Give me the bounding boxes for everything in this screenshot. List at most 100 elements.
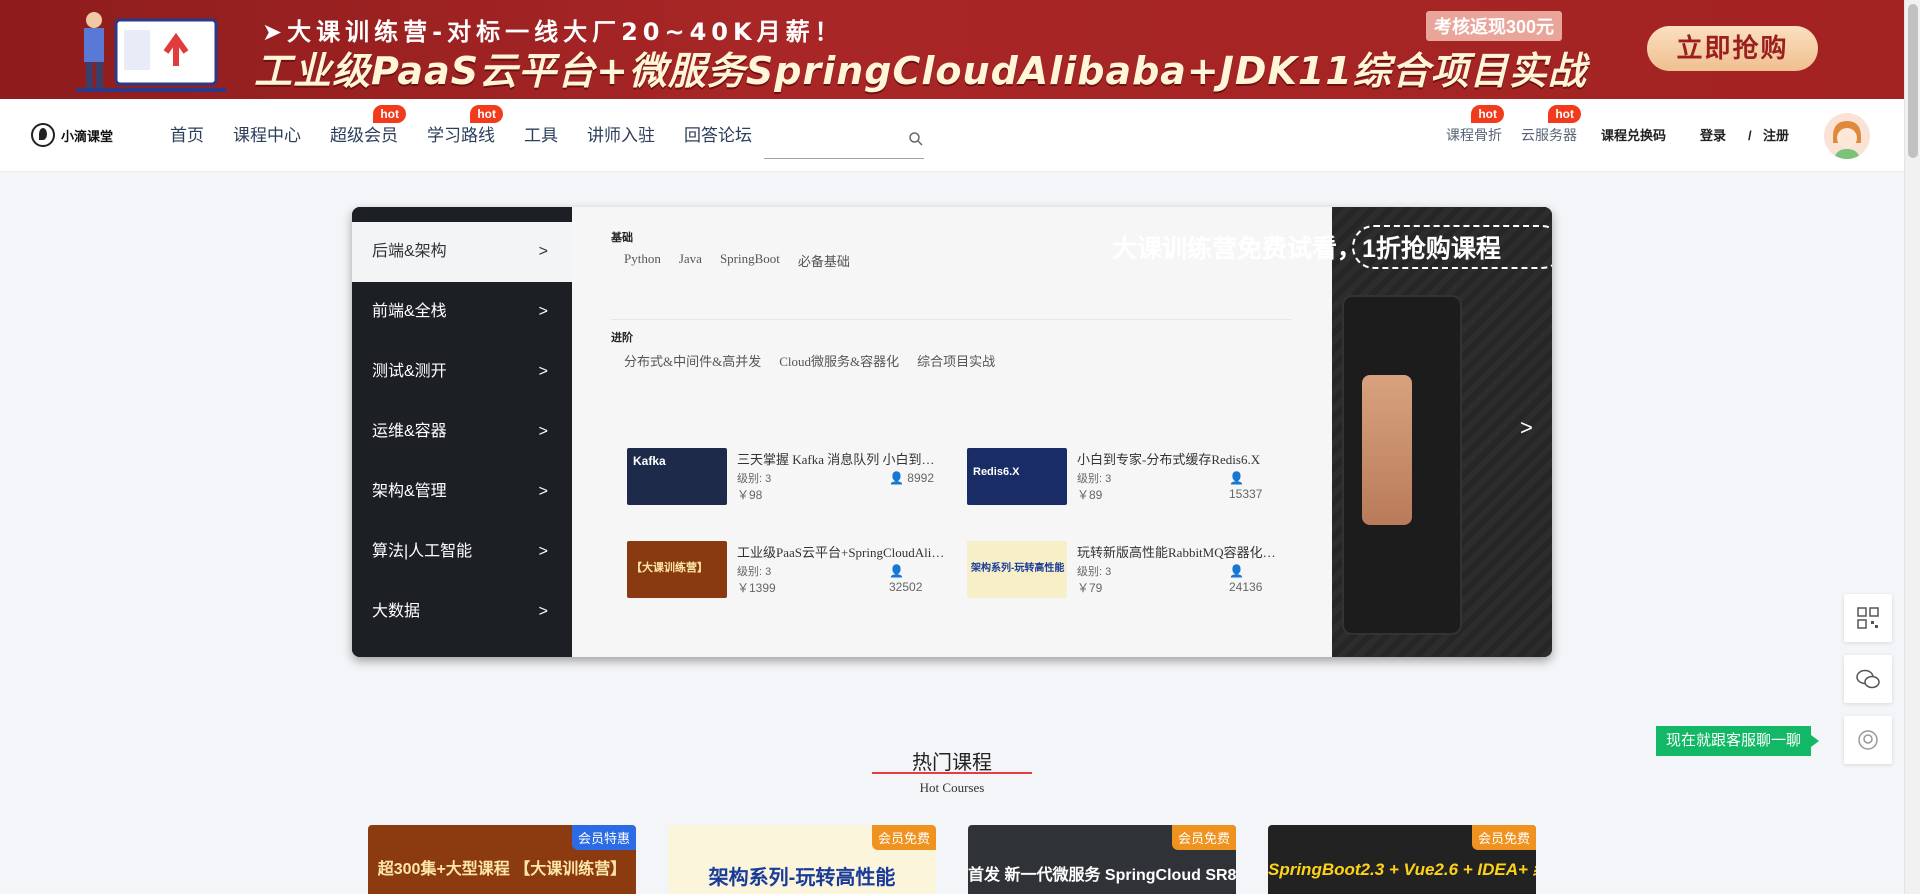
nav-item-label: 课程中心 xyxy=(233,126,301,145)
course-mini-card[interactable]: Redis6.X 小白到专家-分布式缓存Redis6.X 级别: 3 👤 153… xyxy=(967,448,1287,508)
nav-item-courses[interactable]: 课程中心 xyxy=(233,99,301,172)
chevron-right-icon: > xyxy=(538,243,548,260)
login-link[interactable]: 登录 xyxy=(1700,99,1726,172)
thumbnail-text: 【大课训练营】 xyxy=(631,562,708,574)
thumbnail-text: 架构系列-玩转高性能 xyxy=(971,563,1065,574)
course-title: 三天掌握 Kafka 消息队列 小白到专家 xyxy=(737,452,947,467)
nav-item-vip[interactable]: 超级会员 hot xyxy=(330,99,406,172)
discount-label: 课程骨折 xyxy=(1446,127,1502,143)
user-icon: 👤 xyxy=(1229,471,1244,485)
cloud-server-label: 云服务器 xyxy=(1521,127,1577,143)
chevron-right-icon: > xyxy=(538,483,548,500)
subcategory-link[interactable]: 必备基础 xyxy=(798,251,850,270)
qrcode-button[interactable] xyxy=(1844,594,1892,642)
user-avatar-icon xyxy=(1824,113,1870,159)
student-count-value: 24136 xyxy=(1229,580,1263,594)
student-count-value: 32502 xyxy=(889,580,923,594)
rebate-badge: 考核返现300元 xyxy=(1426,11,1563,41)
wechat-icon xyxy=(1856,669,1880,689)
category-item-devops[interactable]: 运维&容器 > xyxy=(352,402,572,462)
course-level: 级别: 3 xyxy=(737,473,772,485)
category-label: 运维&容器 xyxy=(372,423,447,440)
course-price: ￥98 xyxy=(737,488,763,502)
course-thumbnail: 【大课训练营】 xyxy=(627,541,727,598)
thumbnail-text: Redis6.X xyxy=(973,466,1020,478)
advanced-section-title: 进阶 xyxy=(611,332,633,344)
course-thumbnail: 架构系列-玩转高性能 xyxy=(967,541,1067,598)
buy-now-button[interactable]: 立即抢购 xyxy=(1647,26,1818,71)
course-title: 小白到专家-分布式缓存Redis6.X xyxy=(1077,452,1261,467)
avatar[interactable] xyxy=(1824,113,1870,159)
category-label: 大数据 xyxy=(372,603,421,620)
course-card[interactable]: 会员免费 首发 新一代微服务 SpringCloud SR8 xyxy=(968,825,1236,894)
chevron-right-icon: > xyxy=(538,423,548,440)
search-icon[interactable] xyxy=(908,131,924,147)
course-mini-card[interactable]: 架构系列-玩转高性能 玩转新版高性能RabbitMQ容器化分布式 级别: 3 👤… xyxy=(967,541,1287,601)
site-logo[interactable]: 小滴课堂 xyxy=(31,123,113,147)
nav-item-teacher[interactable]: 讲师入驻 xyxy=(587,99,655,172)
course-title: 玩转新版高性能RabbitMQ容器化分布式 xyxy=(1077,545,1287,560)
category-menu: 后端&架构 > 前端&全栈 > 测试&测开 > 运维&容器 > 架构&管理 > … xyxy=(352,207,572,657)
subcategory-link[interactable]: Cloud微服务&容器化 xyxy=(779,351,899,370)
nav-item-forum[interactable]: 回答论坛 xyxy=(684,99,752,172)
nav-item-label: 学习路线 xyxy=(427,126,495,145)
chevron-right-icon: > xyxy=(538,363,548,380)
subcategory-link[interactable]: 综合项目实战 xyxy=(917,351,995,370)
subcategory-link[interactable]: 分布式&中间件&高并发 xyxy=(624,351,761,370)
category-item-bigdata[interactable]: 大数据 > xyxy=(352,582,572,642)
scrollbar-thumb[interactable] xyxy=(1908,4,1918,158)
student-count-value: 8992 xyxy=(907,471,934,485)
member-badge: 会员免费 xyxy=(1171,825,1236,850)
hot-badge: hot xyxy=(470,105,503,123)
subcategory-link[interactable]: Python xyxy=(624,251,661,270)
customer-support-button[interactable] xyxy=(1844,716,1892,764)
hot-badge: hot xyxy=(1548,105,1581,123)
wechat-button[interactable] xyxy=(1844,655,1892,703)
site-header: 小滴课堂 首页 课程中心 超级会员 hot 学习路线 hot 工具 讲师入驻 回… xyxy=(0,99,1904,172)
subcategory-link[interactable]: SpringBoot xyxy=(720,251,780,270)
nav-item-tools[interactable]: 工具 xyxy=(524,99,558,172)
nav-item-label: 超级会员 xyxy=(330,126,398,145)
course-card-image-text: 首发 新一代微服务 SpringCloud SR8 xyxy=(968,867,1236,884)
category-item-testing[interactable]: 测试&测开 > xyxy=(352,342,572,402)
course-card[interactable]: 会员免费 SpringBoot2.3 + Vue2.6 + IDEA+ 综合实战 xyxy=(1268,825,1536,894)
cloud-server-link[interactable]: 云服务器 hot xyxy=(1521,99,1581,172)
carousel-next-arrow-icon[interactable]: > xyxy=(1520,415,1533,441)
course-card-image-text: SpringBoot2.3 + Vue2.6 + IDEA+ 综合实战 xyxy=(1268,860,1536,879)
subcategory-link[interactable]: Java xyxy=(679,251,702,270)
student-count: 👤 24136 xyxy=(1229,563,1289,595)
promo-banner[interactable]: ➤大课训练营-对标一线大厂20~40K月薪！ 工业级PaaS云平台+微服务Spr… xyxy=(0,0,1904,99)
category-label: 算法|人工智能 xyxy=(372,543,473,560)
vertical-scrollbar[interactable] xyxy=(1904,0,1920,894)
register-link[interactable]: 注册 xyxy=(1763,99,1789,172)
category-item-architecture[interactable]: 架构&管理 > xyxy=(352,462,572,522)
course-mini-card[interactable]: 【大课训练营】 工业级PaaS云平台+SpringCloudAlibaba 级别… xyxy=(627,541,947,601)
nav-item-home[interactable]: 首页 xyxy=(170,99,204,172)
category-item-frontend[interactable]: 前端&全栈 > xyxy=(352,282,572,342)
nav-item-label: 工具 xyxy=(524,126,558,145)
course-card[interactable]: 会员特惠 超300集+大型课程 【大课训练营】 xyxy=(368,825,636,894)
discount-link[interactable]: 课程骨折 hot xyxy=(1446,99,1504,172)
chat-tooltip[interactable]: 现在就跟客服聊一聊 xyxy=(1656,726,1820,756)
search-box xyxy=(764,121,924,159)
advanced-links: 分布式&中间件&高并发 Cloud微服务&容器化 综合项目实战 xyxy=(624,351,995,370)
basic-links: Python Java SpringBoot 必备基础 xyxy=(624,251,850,270)
category-item-backend[interactable]: 后端&架构 > xyxy=(352,222,572,282)
course-title: 工业级PaaS云平台+SpringCloudAlibaba xyxy=(737,545,947,560)
course-card[interactable]: 会员免费 架构系列-玩转高性能 xyxy=(668,825,936,894)
teacher-illustration-icon xyxy=(76,12,226,92)
course-mini-card[interactable]: Kafka 三天掌握 Kafka 消息队列 小白到专家 级别: 3 👤 8992… xyxy=(627,448,947,508)
basic-section-title: 基础 xyxy=(611,232,633,244)
redeem-code-link[interactable]: 课程兑换码 xyxy=(1601,99,1666,172)
category-label: 测试&测开 xyxy=(372,363,447,380)
chevron-right-icon: > xyxy=(538,543,548,560)
search-input[interactable] xyxy=(764,121,914,155)
hero-carousel[interactable]: 大课训练营免费试看，1折抢购课程 > 后端&架构 > 前端&全栈 > 测试&测开… xyxy=(352,207,1552,657)
user-icon: 👤 xyxy=(889,564,904,578)
nav-item-roadmap[interactable]: 学习路线 hot xyxy=(427,99,503,172)
category-label: 前端&全栈 xyxy=(372,303,447,320)
student-count: 👤 8992 xyxy=(889,470,949,486)
chevron-right-icon: > xyxy=(538,303,548,320)
category-label: 后端&架构 xyxy=(372,243,447,260)
category-item-ai[interactable]: 算法|人工智能 > xyxy=(352,522,572,582)
